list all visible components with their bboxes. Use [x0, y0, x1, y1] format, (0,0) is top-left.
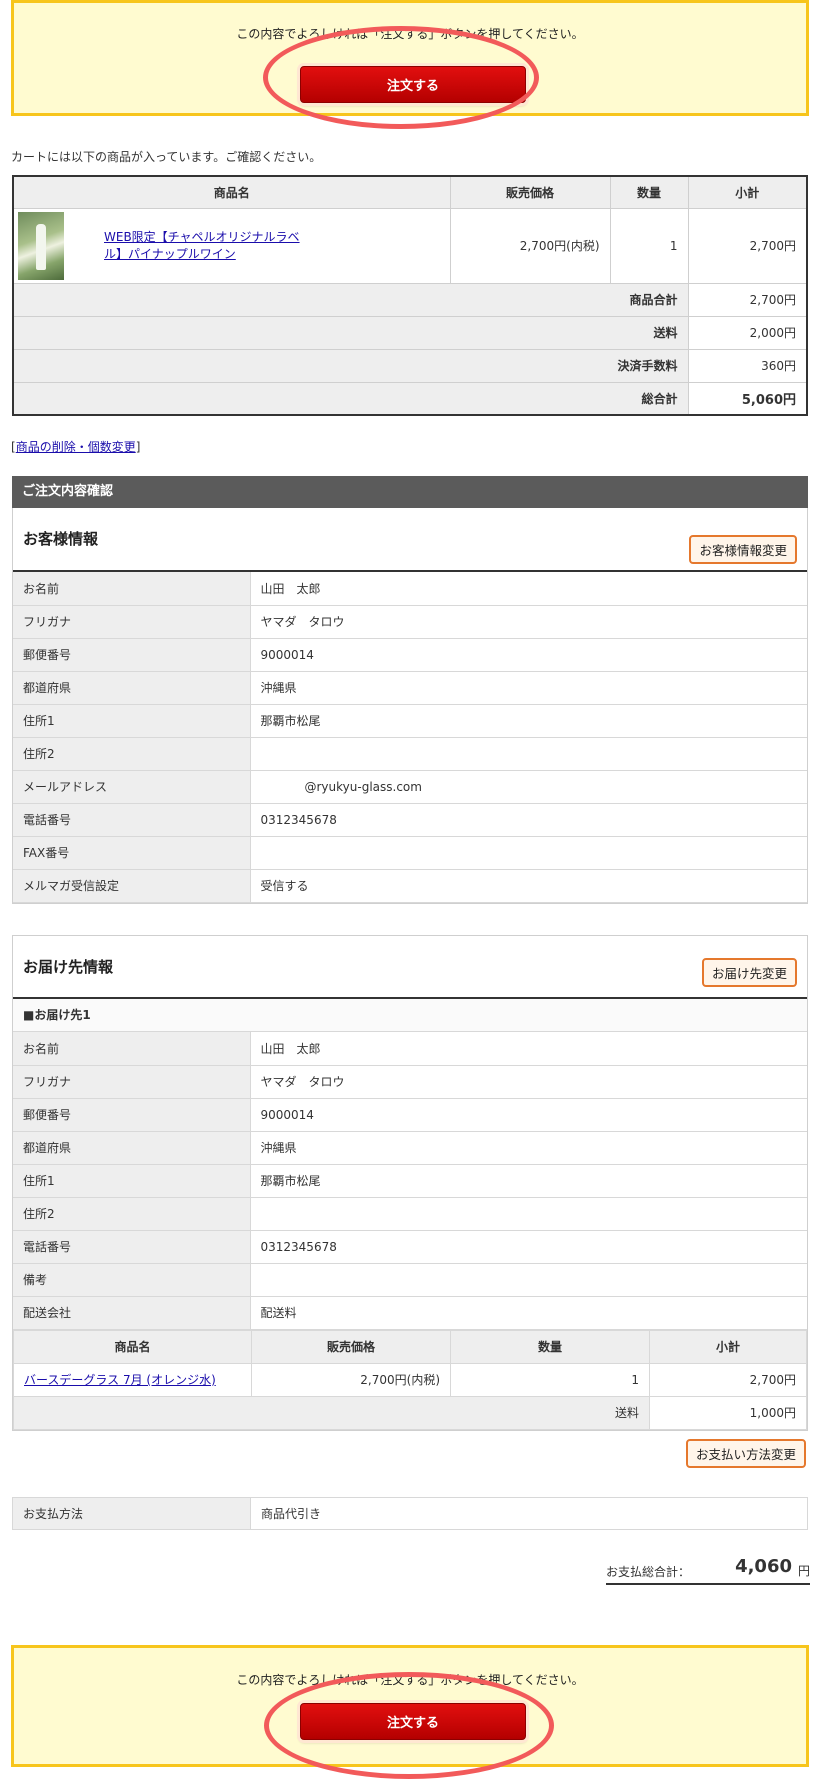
table-row: 住所2 [13, 1197, 807, 1231]
table-row: 配送会社 配送料 [13, 1296, 807, 1330]
table-row: 郵便番号 9000014 [13, 1098, 807, 1132]
col-header-name: 商品名 [13, 1329, 252, 1364]
table-row: WEB限定【チャペルオリジナルラベ ル】パイナップルワイン 2,700円(内税)… [12, 207, 808, 284]
delivery-items-table: 商品名 販売価格 数量 小計 バースデーグラス 7月 (オレンジ水) 2,700… [13, 1329, 807, 1430]
order-confirm-box-bottom: この内容でよろしければ「注文する」ボタンを押してください。 注文する [11, 1645, 809, 1767]
summary-row: 総合計 5,060円 [12, 381, 808, 416]
summary-row: 商品合計 2,700円 [12, 282, 808, 317]
confirm-message: この内容でよろしければ「注文する」ボタンを押してください。 [236, 27, 584, 41]
table-row: バースデーグラス 7月 (オレンジ水) 2,700円(内税) 1 2,700円 [13, 1362, 807, 1397]
customer-title: お客様情報 [23, 530, 99, 548]
delivery-panel: お届け先情報 お届け先変更 ■お届け先1 お名前 山田 太郎 フリガナ ヤマダ タロ… [12, 935, 808, 1431]
table-row: 都道府県 沖縄県 [13, 671, 807, 705]
section-title: ご注文内容確認 [12, 476, 808, 508]
order-button[interactable]: 注文する [300, 66, 526, 103]
payment-label: お支払方法 [12, 1497, 251, 1530]
edit-cart: [商品の削除・個数変更] [11, 440, 141, 454]
table-row: FAX番号 [13, 836, 807, 870]
grand-total-value: 4,060 [735, 1556, 792, 1577]
summary-row: 送料 2,000円 [12, 315, 808, 350]
delivery-product-link[interactable]: バースデーグラス 7月 (オレンジ水) [24, 1373, 216, 1387]
delivery-title: お届け先情報 [23, 958, 114, 976]
summary-label: 送料 [12, 315, 689, 350]
shipping-value: 1,000円 [649, 1395, 807, 1430]
total-value: 5,060円 [687, 381, 808, 416]
cart-table: 商品名 販売価格 数量 小計 WEB限定【チャペルオリジナルラベ ル】パイナップ… [12, 175, 808, 416]
delivery-table: お名前 山田 太郎 フリガナ ヤマダ タロウ 郵便番号 9000014 都道府県 沖縄県… [13, 1032, 807, 1330]
summary-label: 商品合計 [12, 282, 689, 317]
summary-label: 決済手数料 [12, 348, 689, 383]
summary-label: 総合計 [12, 381, 689, 416]
col-header-price: 販売価格 [251, 1329, 451, 1364]
table-row: メルマガ受信設定 受信する [13, 869, 807, 903]
product-link[interactable]: WEB限定【チャペルオリジナルラベ ル】パイナップルワイン [104, 229, 304, 263]
col-header-subtotal: 小計 [649, 1329, 807, 1364]
summary-value: 360円 [687, 348, 808, 383]
grand-total-unit: 円 [797, 1564, 810, 1578]
payment-value: 商品代引き [261, 1507, 322, 1521]
item-qty: 1 [609, 207, 689, 284]
customer-change-button[interactable]: お客様情報変更 [689, 535, 797, 564]
table-row: 住所2 [13, 737, 807, 771]
table-row: 電話番号 0312345678 [13, 803, 807, 837]
table-row: 送料 1,000円 [13, 1395, 807, 1430]
table-row: 住所1 那覇市松尾 [13, 704, 807, 738]
table-row: お名前 山田 太郎 [13, 1032, 807, 1066]
table-row: 住所1 那覇市松尾 [13, 1164, 807, 1198]
col-header-qty: 数量 [609, 175, 689, 209]
product-thumbnail[interactable] [18, 211, 64, 280]
payment-change-button[interactable]: お支払い方法変更 [686, 1439, 807, 1468]
order-confirm-box-top: この内容でよろしければ「注文する」ボタンを押してください。 注文する [11, 0, 809, 116]
item-price: 2,700円(内税) [449, 207, 611, 284]
customer-panel: お客様情報 お客様情報変更 お名前 山田 太郎 フリガナ ヤマダ タロウ 郵便番号 9… [12, 508, 808, 904]
table-row: 電話番号 0312345678 [13, 1230, 807, 1264]
delivery-change-button[interactable]: お届け先変更 [701, 958, 797, 987]
table-row: 都道府県 沖縄県 [13, 1131, 807, 1165]
cart-note: カートには以下の商品が入っています。ご確認ください。 [11, 150, 322, 164]
delivery-item-price: 2,700円(内税) [251, 1362, 451, 1397]
shipping-label: 送料 [13, 1395, 650, 1430]
summary-value: 2,000円 [687, 315, 808, 350]
item-subtotal: 2,700円 [687, 207, 808, 284]
table-row: お支払方法 商品代引き [12, 1497, 808, 1530]
delivery-item-qty: 1 [450, 1362, 650, 1397]
col-header-price: 販売価格 [449, 175, 611, 209]
col-header-qty: 数量 [450, 1329, 650, 1364]
col-header-subtotal: 小計 [687, 175, 808, 209]
grand-total-label: お支払総合計： [606, 1565, 691, 1579]
customer-table: お名前 山田 太郎 フリガナ ヤマダ タロウ 郵便番号 9000014 都道府県 沖縄県… [13, 572, 807, 903]
table-row: フリガナ ヤマダ タロウ [13, 605, 807, 639]
order-button[interactable]: 注文する [300, 1703, 526, 1740]
payment-table: お支払方法 商品代引き [12, 1497, 808, 1530]
table-row: 備考 [13, 1263, 807, 1297]
delivery-subhead: ■お届け先1 [13, 999, 807, 1032]
table-row: 郵便番号 9000014 [13, 638, 807, 672]
col-header-name: 商品名 [12, 175, 451, 209]
summary-value: 2,700円 [687, 282, 808, 317]
table-row: お名前 山田 太郎 [13, 572, 807, 606]
grand-total: お支払総合計： 4,060 円 [606, 1553, 810, 1585]
confirm-message: この内容でよろしければ「注文する」ボタンを押してください。 [236, 1673, 584, 1687]
table-row: フリガナ ヤマダ タロウ [13, 1065, 807, 1099]
summary-row: 決済手数料 360円 [12, 348, 808, 383]
edit-cart-link[interactable]: 商品の削除・個数変更 [16, 440, 136, 454]
table-row: メールアドレス @ryukyu-glass.com [13, 770, 807, 804]
delivery-item-subtotal: 2,700円 [649, 1362, 807, 1397]
